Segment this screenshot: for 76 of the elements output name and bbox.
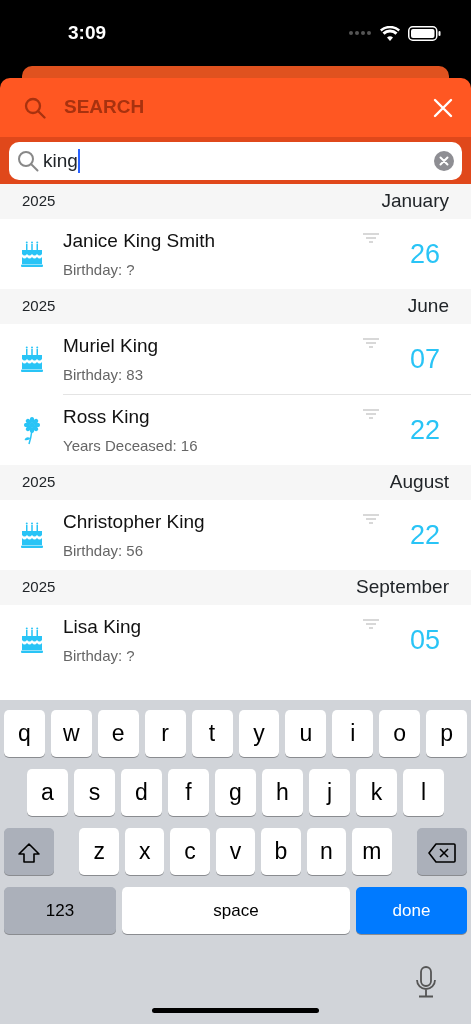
keyboard-key[interactable]: o (379, 710, 421, 757)
year-label: 2025 (22, 472, 56, 493)
keyboard-key[interactable]: k (356, 769, 397, 816)
cake-icon (20, 240, 43, 268)
keyboard-key[interactable]: n (306, 828, 347, 875)
keyboard-key[interactable]: z (79, 828, 119, 875)
delete-key[interactable] (417, 828, 467, 875)
filter-icon (363, 514, 379, 526)
wifi-icon (380, 25, 400, 41)
time-text: 3:09 (68, 20, 107, 45)
search-icon (24, 96, 46, 119)
person-name: Lisa King (63, 615, 143, 639)
entry-detail: Birthday: ? (63, 259, 136, 280)
keyboard-key[interactable]: u (285, 710, 327, 757)
month-label: January (381, 189, 449, 214)
keyboard-key[interactable]: x (124, 828, 165, 875)
done-key[interactable]: done (356, 887, 467, 934)
month-label: June (407, 294, 449, 319)
keyboard-key[interactable]: t (191, 710, 233, 757)
keyboard-key[interactable]: a (27, 769, 68, 816)
person-name: Muriel King (63, 334, 160, 358)
year-label: 2025 (22, 296, 56, 317)
shift-key[interactable] (4, 828, 54, 875)
cake-icon (20, 626, 43, 654)
keyboard-key[interactable]: r (144, 710, 186, 757)
entry-detail: Birthday: 56 (63, 540, 145, 561)
cake-icon (20, 345, 43, 373)
keyboard-key[interactable]: w (50, 710, 92, 757)
entry-detail: Birthday: 83 (63, 364, 145, 385)
keyboard-key[interactable]: l (403, 769, 444, 816)
space-key[interactable]: space (122, 887, 350, 934)
keyboard-key[interactable]: q (3, 710, 45, 757)
keyboard-key[interactable]: c (170, 828, 210, 875)
entry-detail: Years Deceased: 16 (63, 435, 199, 456)
keyboard-key[interactable]: g (215, 769, 256, 816)
clear-icon[interactable] (434, 151, 454, 171)
filter-icon (363, 338, 379, 350)
cake-icon (20, 521, 43, 549)
person-name: Ross King (63, 405, 151, 429)
keyboard-key[interactable]: b (261, 828, 301, 875)
day-number: 22 (408, 413, 441, 447)
entry-detail: Birthday: ? (63, 645, 136, 666)
keyboard-key[interactable]: f (168, 769, 209, 816)
day-number: 22 (408, 518, 441, 552)
keyboard-key[interactable]: v (215, 828, 256, 875)
year-label: 2025 (22, 577, 56, 598)
month-label: August (389, 470, 449, 495)
day-number: 26 (408, 237, 441, 271)
keyboard-key[interactable]: d (121, 769, 162, 816)
header-title: SEARCH (64, 95, 145, 120)
filter-icon (363, 233, 379, 245)
filter-icon (363, 619, 379, 631)
keyboard-key[interactable]: p (426, 710, 468, 757)
filter-icon (363, 409, 379, 421)
keyboard-key[interactable]: i (332, 710, 374, 757)
keyboard-key[interactable]: s (74, 769, 115, 816)
microphone-icon[interactable] (415, 966, 437, 998)
keyboard-key[interactable]: m (352, 828, 392, 875)
day-number: 07 (408, 342, 441, 376)
shift-icon (17, 842, 41, 865)
close-icon[interactable] (433, 97, 453, 118)
person-name: Janice King Smith (63, 229, 217, 253)
delete-icon (428, 843, 456, 864)
year-label: 2025 (22, 191, 56, 212)
day-number: 05 (408, 623, 441, 657)
keyboard-key[interactable]: h (262, 769, 303, 816)
search-icon (17, 150, 39, 172)
keyboard-key[interactable]: y (238, 710, 280, 757)
signal-icon (348, 30, 372, 36)
keyboard-key[interactable]: j (309, 769, 350, 816)
search-field[interactable]: king (9, 142, 462, 180)
keyboard-key[interactable]: e (97, 710, 139, 757)
person-name: Christopher King (63, 510, 206, 534)
numbers-key[interactable]: 123 (4, 887, 116, 934)
month-label: September (356, 575, 449, 600)
battery-icon (408, 25, 441, 41)
